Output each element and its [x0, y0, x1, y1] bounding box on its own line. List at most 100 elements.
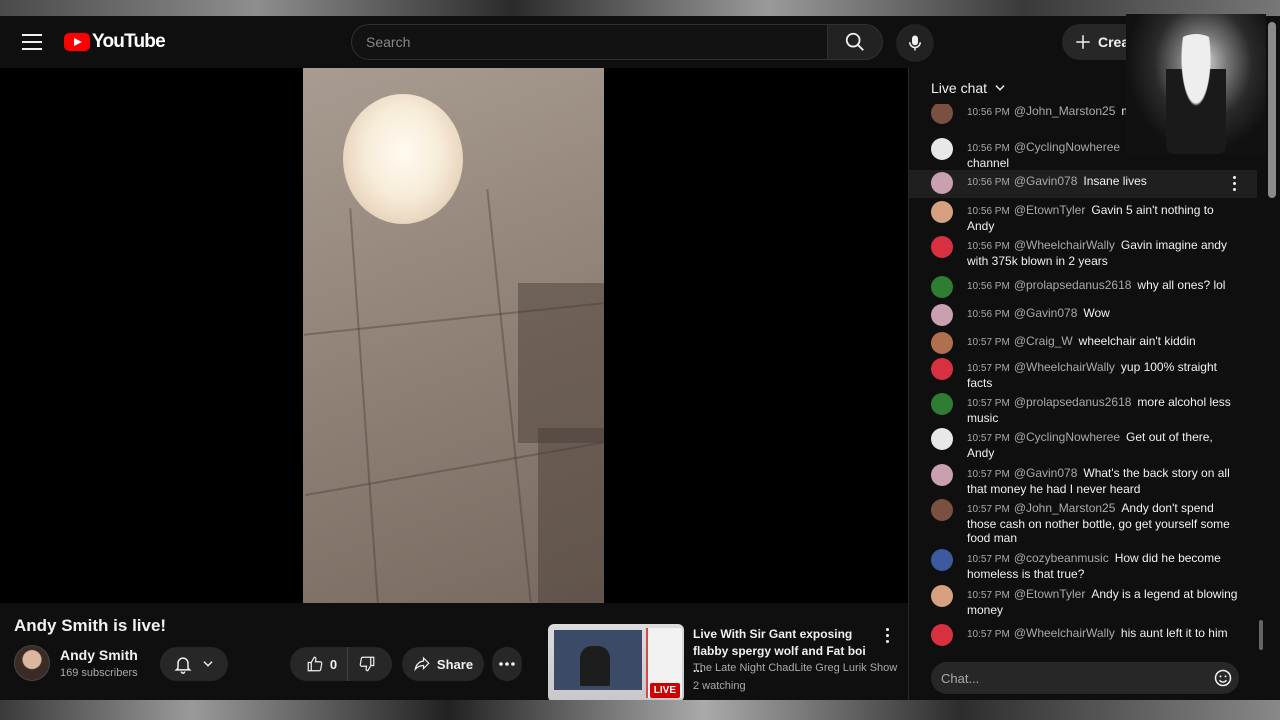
live-badge: LIVE: [649, 683, 680, 698]
bell-icon: [174, 657, 192, 674]
chat-author-avatar[interactable]: [931, 624, 953, 646]
like-button[interactable]: 0: [294, 647, 349, 681]
chat-author[interactable]: @Gavin078: [1014, 306, 1078, 320]
chat-message-body: 10:57 PM @Gavin078 What's the back story o…: [967, 462, 1239, 496]
chat-message[interactable]: 10:56 PM @WheelchairWally Gavin imagine an…: [909, 234, 1257, 268]
chat-author-avatar[interactable]: [931, 104, 953, 124]
recommended-thumbnail[interactable]: LIVE: [548, 624, 684, 702]
masthead: YouTube Create: [0, 16, 1280, 68]
chat-author[interactable]: @prolapsedanus2618: [1014, 278, 1132, 292]
chat-message[interactable]: 10:57 PM @John_Marston25 Andy don't spend …: [909, 497, 1257, 545]
menu-icon[interactable]: [22, 34, 42, 50]
chat-author-avatar[interactable]: [931, 499, 953, 521]
chat-timestamp: 10:56 PM: [967, 241, 1010, 252]
chat-timestamp: 10:57 PM: [967, 433, 1010, 444]
notification-button[interactable]: [160, 647, 228, 681]
chat-timestamp: 10:57 PM: [967, 398, 1010, 409]
channel-avatar[interactable]: [14, 645, 50, 681]
page-scrollbar[interactable]: [1268, 22, 1276, 198]
chat-author[interactable]: @John_Marston25: [1014, 104, 1116, 118]
chat-author[interactable]: @cozybeanmusic: [1014, 551, 1109, 565]
chat-message[interactable]: 10:56 PM @Gavin078 Wow: [909, 302, 1257, 330]
more-actions-button[interactable]: [492, 647, 522, 681]
chat-message[interactable]: 10:56 PM @Gavin078 Insane lives: [909, 170, 1257, 198]
voice-search-button[interactable]: [896, 24, 934, 62]
chat-timestamp: 10:56 PM: [967, 177, 1010, 188]
chat-message[interactable]: 10:57 PM @EtownTyler Andy is a legend at b…: [909, 583, 1257, 617]
live-chat-title: Live chat: [931, 80, 988, 96]
chat-scrollbar[interactable]: [1259, 620, 1263, 650]
chat-author[interactable]: @CyclingNowheree: [1014, 140, 1120, 154]
chat-input[interactable]: [931, 662, 1207, 694]
chat-author-avatar[interactable]: [931, 172, 953, 194]
chat-message-body: 10:57 PM @CyclingNowheree Get out of there…: [967, 426, 1239, 460]
chat-message-body: 10:56 PM @EtownTyler Gavin 5 ain't nothing…: [967, 199, 1239, 233]
more-horizontal-icon: [499, 662, 515, 666]
chat-timestamp: 10:57 PM: [967, 629, 1010, 640]
chat-author-avatar[interactable]: [931, 236, 953, 258]
chat-message[interactable]: 10:57 PM @prolapsedanus2618 more alcohol l…: [909, 391, 1257, 425]
chat-message-body: 10:57 PM @EtownTyler Andy is a legend at b…: [967, 583, 1239, 617]
chat-author[interactable]: @EtownTyler: [1014, 587, 1086, 601]
chevron-down-icon: [995, 85, 1005, 91]
chat-message-list[interactable]: 10:56 PM@John_Marston25man needs help10:…: [909, 104, 1261, 652]
chat-author-avatar[interactable]: [931, 276, 953, 298]
chat-author-avatar[interactable]: [931, 428, 953, 450]
video-player[interactable]: [0, 68, 908, 603]
chat-message[interactable]: 10:57 PM @cozybeanmusic How did he become …: [909, 547, 1257, 581]
chat-author[interactable]: @WheelchairWally: [1014, 360, 1115, 374]
message-menu-icon[interactable]: [1233, 176, 1236, 191]
search-box: [351, 24, 827, 60]
youtube-logo[interactable]: YouTube: [64, 31, 166, 53]
chat-author-avatar[interactable]: [931, 304, 953, 326]
chat-author-avatar[interactable]: [931, 393, 953, 415]
chat-message-body: 10:56 PM @WheelchairWally Gavin imagine an…: [967, 234, 1239, 268]
chat-author[interactable]: @EtownTyler: [1014, 203, 1086, 217]
chat-author-avatar[interactable]: [931, 464, 953, 486]
chat-message[interactable]: 10:57 PM @Craig_W wheelchair ain't kiddin: [909, 330, 1257, 358]
recommended-video[interactable]: LIVE Live With Sir Gant exposing flabby …: [534, 620, 904, 702]
search-input[interactable]: [352, 25, 827, 59]
webcam-person: [1166, 34, 1226, 154]
chat-message[interactable]: 10:56 PM @EtownTyler Gavin 5 ain't nothing…: [909, 199, 1257, 233]
chat-text: wheelchair ain't kiddin: [1078, 334, 1196, 348]
chat-author[interactable]: @John_Marston25: [1014, 501, 1116, 515]
chat-message-body: 10:57 PM @John_Marston25 Andy don't spend …: [967, 497, 1239, 545]
chat-author[interactable]: @WheelchairWally: [1014, 626, 1115, 640]
chat-author[interactable]: @WheelchairWally: [1014, 238, 1115, 252]
chat-author-avatar[interactable]: [931, 549, 953, 571]
channel-name[interactable]: Andy Smith: [60, 647, 138, 663]
ceiling-light: [343, 94, 463, 224]
chat-message[interactable]: 10:57 PM @Gavin078 What's the back story o…: [909, 462, 1257, 496]
chat-author-avatar[interactable]: [931, 585, 953, 607]
like-count: 0: [329, 656, 338, 672]
chat-message-body: 10:57 PM @WheelchairWally his aunt left it…: [967, 622, 1239, 642]
chat-author[interactable]: @Gavin078: [1014, 466, 1078, 480]
chat-timestamp: 10:57 PM: [967, 363, 1010, 374]
chat-message[interactable]: 10:57 PM @CyclingNowheree Get out of there…: [909, 426, 1257, 460]
chat-author[interactable]: @Gavin078: [1014, 174, 1078, 188]
search-icon: [845, 32, 864, 51]
chat-timestamp: 10:56 PM: [967, 107, 1010, 118]
chat-author-avatar[interactable]: [931, 201, 953, 223]
chat-message[interactable]: 10:57 PM @WheelchairWally yup 100% straigh…: [909, 356, 1257, 390]
plus-icon: [1076, 35, 1090, 49]
share-button[interactable]: Share: [402, 647, 484, 681]
chat-message[interactable]: 10:57 PM @WheelchairWally his aunt left it…: [909, 622, 1257, 650]
chat-author-avatar[interactable]: [931, 138, 953, 160]
chat-timestamp: 10:57 PM: [967, 590, 1010, 601]
share-label: Share: [436, 656, 474, 672]
recommended-channel[interactable]: The Late Night ChadLite Greg Lurik Show: [693, 662, 897, 674]
subscriber-count: 169 subscribers: [60, 667, 138, 679]
chat-text: his aunt left it to him: [1120, 626, 1228, 640]
more-vertical-icon[interactable]: [882, 628, 892, 646]
chat-author[interactable]: @prolapsedanus2618: [1014, 395, 1132, 409]
dislike-button[interactable]: [348, 647, 388, 681]
chat-message[interactable]: 10:56 PM @prolapsedanus2618 why all ones? …: [909, 274, 1257, 302]
chat-author[interactable]: @Craig_W: [1014, 334, 1073, 348]
chat-author[interactable]: @CyclingNowheree: [1014, 430, 1120, 444]
chat-author-avatar[interactable]: [931, 332, 953, 354]
search-button[interactable]: [827, 24, 883, 60]
chat-author-avatar[interactable]: [931, 358, 953, 380]
emoji-button[interactable]: [1207, 662, 1239, 694]
